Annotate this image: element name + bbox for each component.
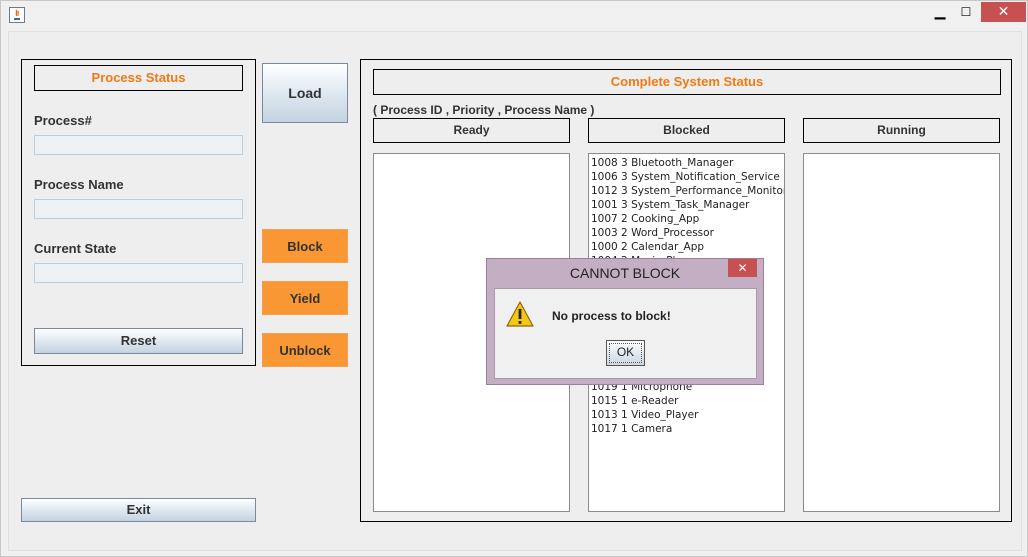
process-status-panel: Process Status Process# Process Name Cur… [21, 59, 256, 366]
dialog-close-icon[interactable]: ✕ [728, 259, 757, 277]
ok-button[interactable]: OK [606, 340, 645, 366]
process-name-label: Process Name [34, 177, 124, 192]
close-icon[interactable]: ✕ [981, 2, 1026, 22]
list-item[interactable]: 1003 2 Word_Processor [589, 226, 784, 240]
process-num-field[interactable] [34, 135, 243, 155]
current-state-field[interactable] [34, 263, 243, 283]
load-button[interactable]: Load [262, 63, 348, 123]
blocked-column-header: Blocked [588, 118, 785, 143]
running-list[interactable] [803, 153, 1000, 512]
list-item[interactable]: 1017 1 Camera [589, 422, 698, 436]
process-status-header: Process Status [34, 65, 243, 91]
list-item[interactable]: 1006 3 System_Notification_Service [589, 170, 784, 184]
dialog-title: CANNOT BLOCK [569, 265, 681, 281]
ready-column-header: Ready [373, 118, 570, 143]
running-column-header: Running [803, 118, 1000, 143]
exit-button[interactable]: Exit [21, 498, 256, 522]
maximize-icon[interactable]: ☐ [953, 1, 979, 23]
java-app-icon [9, 7, 25, 23]
list-item[interactable]: 1012 3 System_Performance_Monitor [589, 184, 784, 198]
list-item[interactable]: 1007 2 Cooking_App [589, 212, 784, 226]
dialog-body: No process to block! OK [494, 288, 757, 379]
reset-button[interactable]: Reset [34, 328, 243, 354]
dialog-message: No process to block! [552, 309, 671, 323]
process-num-label: Process# [34, 113, 92, 128]
list-item[interactable]: 1000 2 Calendar_App [589, 240, 784, 254]
warning-icon [506, 301, 534, 327]
process-name-field[interactable] [34, 199, 243, 219]
block-button[interactable]: Block [262, 229, 348, 263]
title-bar[interactable]: ▁ ☐ ✕ [1, 1, 1027, 29]
legend-text: ( Process ID , Priority , Process Name ) [373, 103, 595, 117]
unblock-button[interactable]: Unblock [262, 333, 348, 367]
cannot-block-dialog: CANNOT BLOCK ✕ No process to block! OK [486, 258, 764, 385]
yield-button[interactable]: Yield [262, 281, 348, 315]
minimize-icon[interactable]: ▁ [927, 1, 953, 23]
current-state-label: Current State [34, 241, 117, 256]
app-window: ▁ ☐ ✕ Process Status Process# Process Na… [0, 0, 1028, 557]
system-status-header: Complete System Status [373, 69, 1001, 95]
list-item[interactable]: 1015 1 e-Reader [589, 394, 698, 408]
list-item[interactable]: 1013 1 Video_Player [589, 408, 698, 422]
list-item[interactable]: 1001 3 System_Task_Manager [589, 198, 784, 212]
list-item[interactable]: 1008 3 Bluetooth_Manager [589, 156, 784, 170]
